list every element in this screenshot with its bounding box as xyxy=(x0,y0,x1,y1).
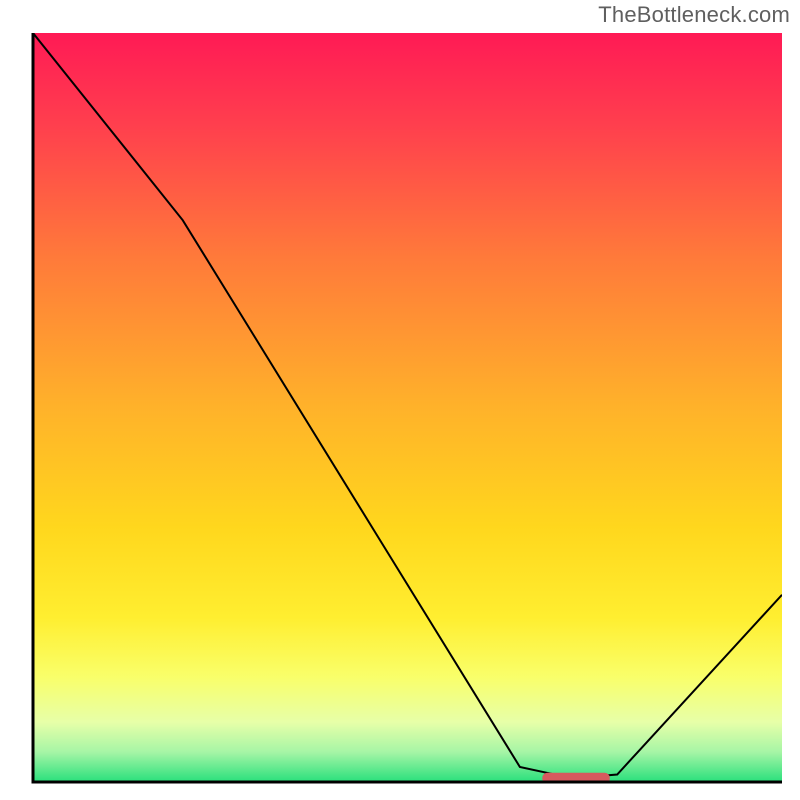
bottleneck-chart xyxy=(0,0,800,800)
gradient-background xyxy=(33,33,782,782)
chart-frame: TheBottleneck.com xyxy=(0,0,800,800)
watermark-text: TheBottleneck.com xyxy=(598,2,790,28)
